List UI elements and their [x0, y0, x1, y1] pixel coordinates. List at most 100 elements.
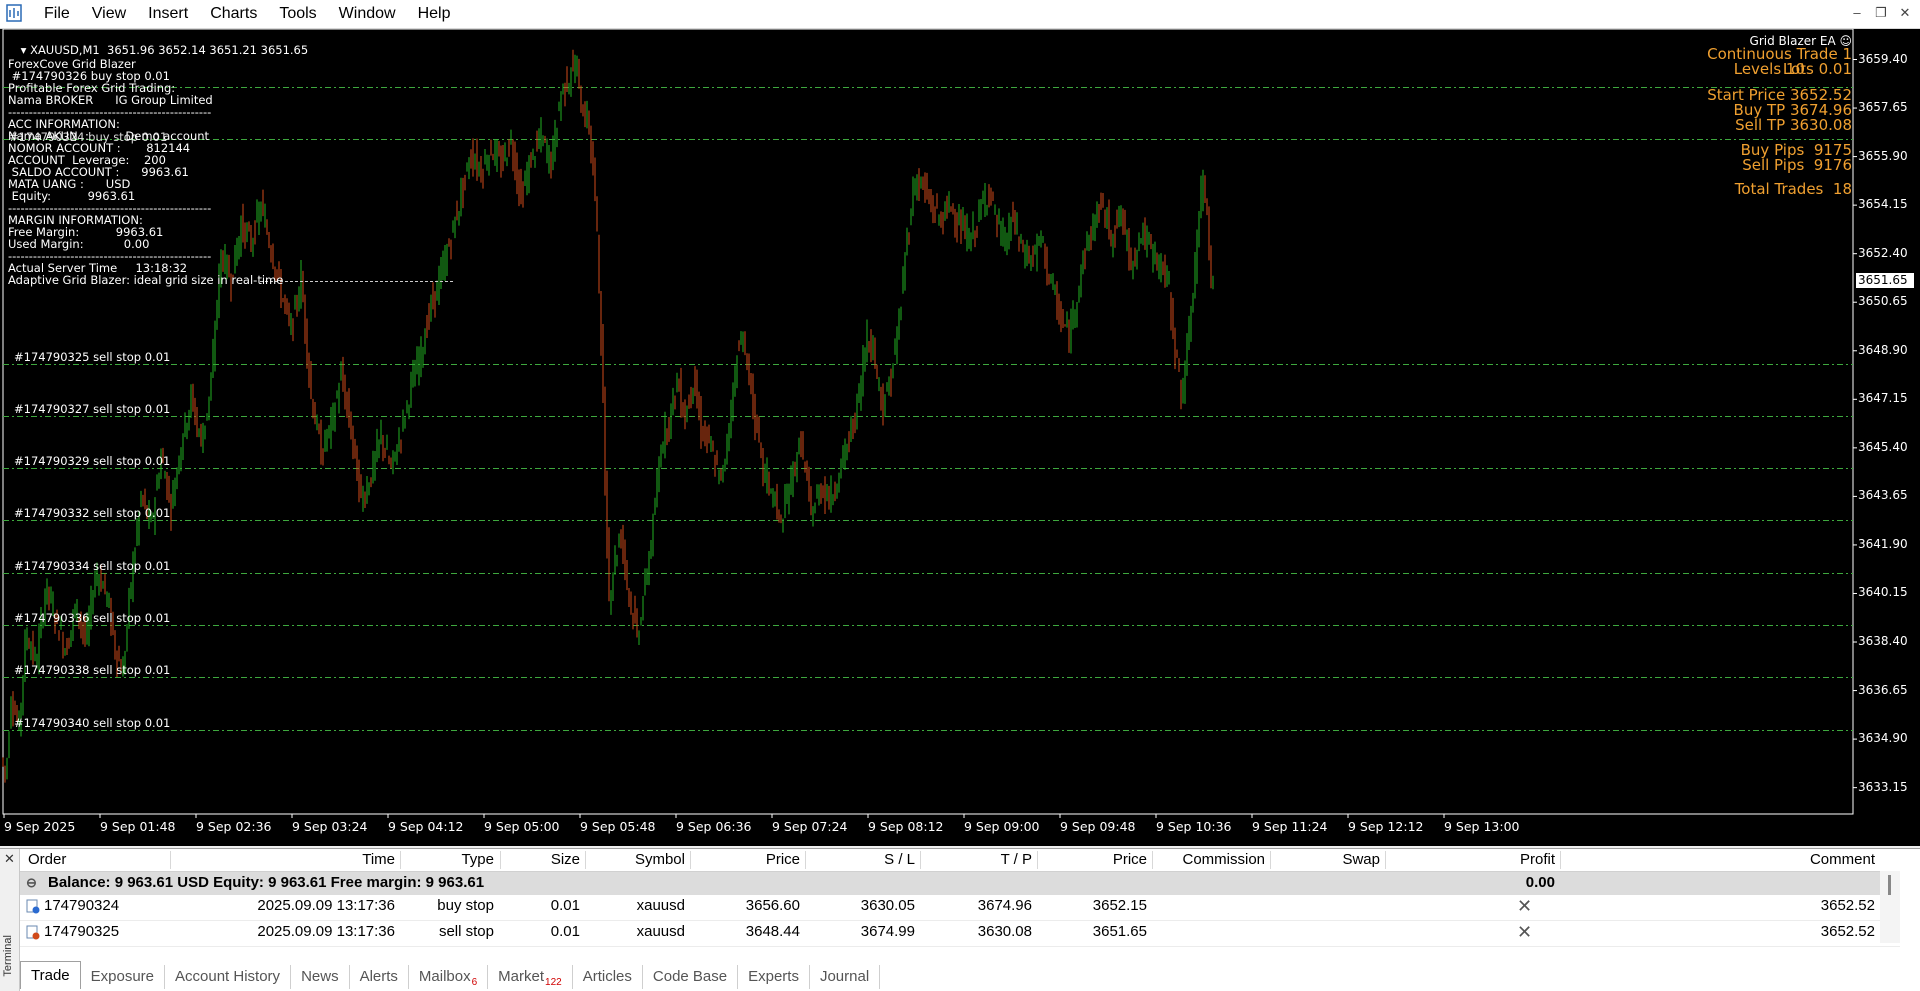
cell-price: 3656.60	[745, 897, 800, 914]
tab-label: Experts	[748, 968, 799, 985]
chart-menu-triangle-icon[interactable]: ▾	[21, 43, 30, 57]
table-row[interactable]: 174790324 2025.09.09 13:17:36 buy stop 0.01…	[20, 895, 1900, 921]
time-axis-label: 9 Sep 01:48	[100, 819, 176, 834]
order-line-label: #174790338 sell stop 0.01	[14, 663, 171, 677]
minimize-icon[interactable]: –	[1846, 2, 1868, 24]
price-axis-label: 3645.40	[1858, 440, 1908, 454]
cell-tp: 3630.08	[977, 923, 1032, 940]
trade-table: Order Time Type Size Symbol Price S / L …	[20, 849, 1900, 947]
restore-icon[interactable]: ❐	[1870, 2, 1892, 24]
order-line-label: #174790332 sell stop 0.01	[14, 506, 171, 520]
time-axis-label: 9 Sep 04:12	[388, 819, 464, 834]
tab-badge: 6	[471, 977, 478, 988]
col-comment[interactable]: Comment	[1560, 849, 1875, 871]
menu-tools[interactable]: Tools	[268, 0, 327, 28]
time-axis-label: 9 Sep 11:24	[1252, 819, 1328, 834]
col-current-price[interactable]: Price	[1037, 849, 1147, 871]
tab-experts[interactable]: Experts	[738, 965, 810, 989]
time-axis-label: 9 Sep 10:36	[1156, 819, 1232, 834]
time-axis-label: 9 Sep 06:36	[676, 819, 752, 834]
time-axis-label: 9 Sep 13:00	[1444, 819, 1520, 834]
price-axis-label: 3657.65	[1858, 100, 1908, 114]
order-line-label: #174790329 sell stop 0.01	[14, 454, 171, 468]
order-line-label: #174790325 sell stop 0.01	[14, 350, 171, 364]
terminal-side-bar: ✕ Terminal	[0, 849, 20, 991]
col-symbol[interactable]: Symbol	[585, 849, 685, 871]
sell-stop-order-icon	[26, 925, 40, 940]
menu-charts[interactable]: Charts	[199, 0, 268, 28]
scroll-thumb[interactable]	[1888, 875, 1891, 895]
cell-symbol: xauusd	[636, 897, 685, 914]
plot-frame	[2, 29, 1854, 815]
col-profit[interactable]: Profit	[1385, 849, 1555, 871]
price-chart[interactable]: ▾ XAUUSD,M1 3651.96 3652.14 3651.21 3651…	[0, 29, 1920, 846]
terminal-close-icon[interactable]: ✕	[4, 851, 15, 867]
cell-time: 2025.09.09 13:17:36	[257, 923, 395, 940]
price-axis-label: 3647.15	[1858, 391, 1908, 405]
cell-order: 174790324	[44, 897, 120, 914]
price-axis-label: 3659.40	[1858, 52, 1908, 66]
menu-window[interactable]: Window	[328, 0, 407, 28]
tab-account-history[interactable]: Account History	[165, 965, 292, 989]
col-type[interactable]: Type	[400, 849, 494, 871]
time-axis-label: 9 Sep 05:00	[484, 819, 560, 834]
table-header: Order Time Type Size Symbol Price S / L …	[20, 849, 1900, 872]
tab-code-base[interactable]: Code Base	[643, 965, 739, 989]
cell-order: 174790325	[44, 923, 120, 940]
tab-news[interactable]: News	[291, 965, 350, 989]
menu-insert[interactable]: Insert	[137, 0, 199, 28]
cancel-order-icon[interactable]: ✕	[1517, 895, 1532, 917]
price-axis-label: 3654.15	[1858, 197, 1908, 211]
price-axis-label: 3650.65	[1858, 294, 1908, 308]
col-price[interactable]: Price	[690, 849, 800, 871]
tab-label: Exposure	[90, 968, 155, 985]
cell-commission	[1152, 895, 1265, 917]
tab-label: News	[301, 968, 339, 985]
tab-mailbox[interactable]: Mailbox6	[409, 965, 489, 989]
tab-label: Mailbox	[418, 968, 471, 985]
collapse-icon[interactable]: ⊖	[26, 872, 37, 894]
terminal-tabs: Trade Exposure Account History News Alerts Ma…	[20, 959, 881, 989]
time-axis-label: 9 Sep 2025	[4, 819, 76, 834]
order-line-label: #174790340 sell stop 0.01	[14, 716, 171, 730]
close-icon[interactable]: ✕	[1894, 2, 1916, 24]
tab-trade[interactable]: Trade	[20, 961, 81, 989]
terminal-scrollbar[interactable]	[1880, 871, 1900, 943]
col-sl[interactable]: S / L	[805, 849, 915, 871]
col-tp[interactable]: T / P	[920, 849, 1032, 871]
order-line-label: #174790336 sell stop 0.01	[14, 611, 171, 625]
tab-label: Code Base	[652, 968, 728, 985]
col-size[interactable]: Size	[500, 849, 580, 871]
cell-symbol: xauusd	[636, 923, 685, 940]
buy-stop-order-icon	[26, 899, 40, 914]
col-commission[interactable]: Commission	[1152, 849, 1265, 871]
time-axis-label: 9 Sep 02:36	[196, 819, 272, 834]
menu-file[interactable]: File	[33, 0, 81, 28]
tab-alerts[interactable]: Alerts	[350, 965, 409, 989]
menu-help[interactable]: Help	[407, 0, 462, 28]
tab-articles[interactable]: Articles	[573, 965, 643, 989]
menu-view[interactable]: View	[81, 0, 137, 28]
chart-canvas[interactable]	[0, 29, 1920, 846]
order-line-label: #174790327 sell stop 0.01	[14, 402, 171, 416]
time-axis-label: 9 Sep 07:24	[772, 819, 848, 834]
table-row[interactable]: 174790325 2025.09.09 13:17:36 sell stop 0.0…	[20, 921, 1900, 947]
cancel-order-icon[interactable]: ✕	[1517, 921, 1532, 943]
price-axis-label: 3636.65	[1858, 683, 1908, 697]
col-time[interactable]: Time	[170, 849, 395, 871]
cell-tp: 3674.96	[977, 897, 1032, 914]
cell-size: 0.01	[550, 923, 580, 940]
price-axis-label: 3652.40	[1858, 246, 1908, 260]
col-order[interactable]: Order	[28, 849, 66, 871]
ea-sell-pips: Sell Pips 9176	[1742, 156, 1852, 174]
tab-exposure[interactable]: Exposure	[81, 965, 166, 989]
window-controls: – ❐ ✕	[1846, 2, 1916, 24]
tab-journal[interactable]: Journal	[810, 965, 881, 989]
cell-sl: 3630.05	[860, 897, 915, 914]
cell-size: 0.01	[550, 897, 580, 914]
ea-total-trades: Total Trades 18	[1734, 180, 1852, 198]
tab-label: Trade	[31, 967, 70, 984]
tab-market[interactable]: Market122	[488, 965, 573, 989]
col-swap[interactable]: Swap	[1270, 849, 1380, 871]
ea-lots: Lots 0.01	[1782, 60, 1852, 78]
